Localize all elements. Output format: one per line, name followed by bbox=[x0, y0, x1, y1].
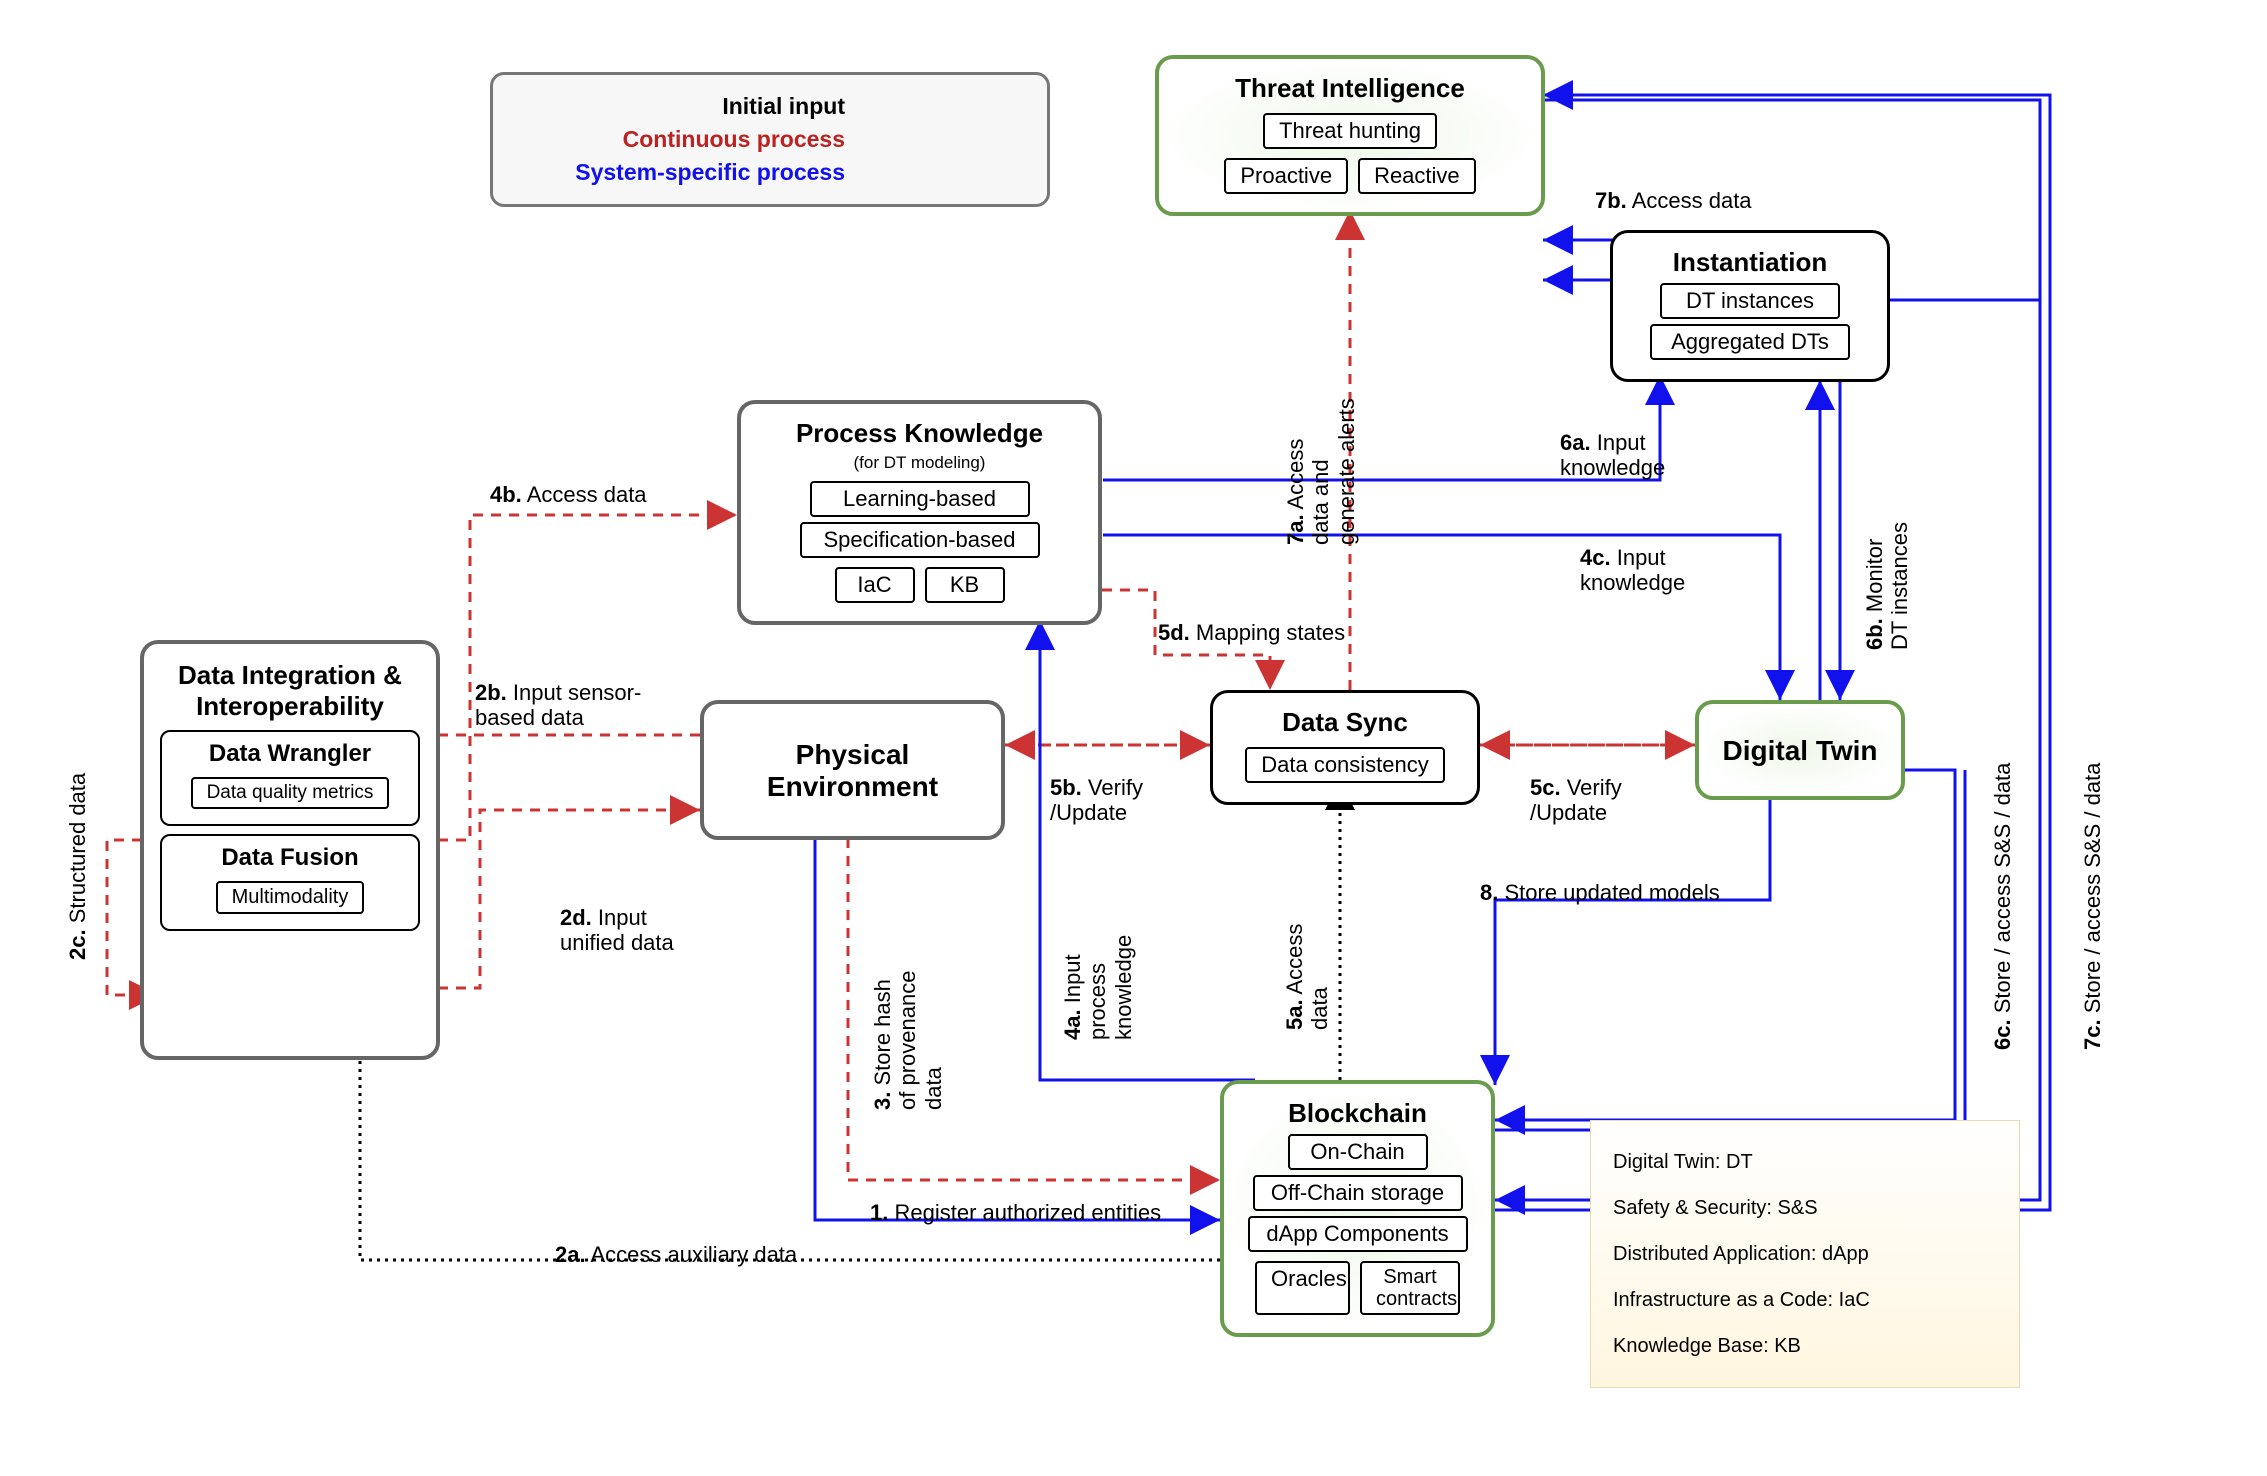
sub-dt-instances: DT instances bbox=[1660, 283, 1840, 319]
box-instantiation: Instantiation DT instances Aggregated DT… bbox=[1610, 230, 1890, 382]
sub-kb: KB bbox=[925, 567, 1005, 603]
box-digital-twin: Digital Twin bbox=[1695, 700, 1905, 800]
sub-iac: IaC bbox=[835, 567, 915, 603]
group-data-wrangler: Data Wrangler Data quality metrics bbox=[160, 730, 420, 826]
label-6a: 6a. Input knowledge bbox=[1560, 430, 1665, 481]
title-threat-intel: Threat Intelligence bbox=[1169, 73, 1531, 104]
label-7c: 7c. Store / access S&S / data bbox=[2080, 763, 2105, 1050]
sub-spec: Specification-based bbox=[800, 522, 1040, 558]
label-4b: 4b. Access data bbox=[490, 482, 647, 507]
sub-multimodality: Multimodality bbox=[216, 881, 365, 914]
title-data-integration: Data Integration & Interoperability bbox=[150, 660, 430, 722]
label-3: 3. Store hash of provenance data bbox=[870, 971, 946, 1110]
label-4a: 4a. Input process knowledge bbox=[1060, 935, 1136, 1040]
title-process-knowledge: Process Knowledge bbox=[751, 418, 1088, 449]
label-7a: 7a. Access data and generate alerts bbox=[1283, 398, 1359, 545]
label-2b: 2b. Input sensor- based data bbox=[475, 680, 641, 731]
title-data-sync: Data Sync bbox=[1223, 707, 1467, 738]
gloss-dapp: Distributed Application: dApp bbox=[1613, 1231, 1997, 1277]
title-physical-env: Physical Environment bbox=[767, 739, 938, 803]
sub-offchain: Off-Chain storage bbox=[1253, 1175, 1463, 1211]
sub-dapp: dApp Components bbox=[1248, 1216, 1468, 1252]
title-data-wrangler: Data Wrangler bbox=[170, 740, 410, 768]
label-1: 1. Register authorized entities bbox=[870, 1200, 1161, 1225]
gloss-kb: Knowledge Base: KB bbox=[1613, 1323, 1997, 1369]
title-data-fusion: Data Fusion bbox=[170, 844, 410, 872]
box-data-sync: Data Sync Data consistency bbox=[1210, 690, 1480, 805]
sub-agg-dts: Aggregated DTs bbox=[1650, 324, 1850, 360]
legend-continuous: Continuous process bbox=[585, 126, 845, 153]
label-7b: 7b. Access data bbox=[1595, 188, 1752, 213]
label-2c: 2c. Structured data bbox=[65, 773, 90, 960]
sub-smart-contracts: Smart contracts bbox=[1360, 1261, 1460, 1315]
label-5a: 5a. Access data bbox=[1282, 924, 1333, 1030]
box-threat-intel: Threat Intelligence Threat hunting Proac… bbox=[1155, 55, 1545, 216]
label-6c: 6c. Store / access S&S / data bbox=[1990, 763, 2015, 1050]
label-5b: 5b. Verify /Update bbox=[1050, 775, 1143, 826]
sub-onchain: On-Chain bbox=[1288, 1134, 1428, 1170]
gloss-iac: Infrastructure as a Code: IaC bbox=[1613, 1277, 1997, 1323]
label-2a: 2a. Access auxiliary data bbox=[555, 1242, 797, 1267]
label-4c: 4c. Input knowledge bbox=[1580, 545, 1685, 596]
sub-reactive: Reactive bbox=[1358, 158, 1476, 194]
sub-threat-hunting: Threat hunting bbox=[1263, 113, 1437, 149]
title-digital-twin: Digital Twin bbox=[1722, 735, 1877, 767]
label-6b: 6b. Monitor DT instances bbox=[1862, 522, 1913, 650]
group-data-fusion: Data Fusion Multimodality bbox=[160, 834, 420, 931]
box-blockchain: Blockchain On-Chain Off-Chain storage dA… bbox=[1220, 1080, 1495, 1337]
label-2d: 2d. Input unified data bbox=[560, 905, 674, 956]
sub-data-quality: Data quality metrics bbox=[191, 777, 390, 809]
label-5c: 5c. Verify /Update bbox=[1530, 775, 1622, 826]
subtitle-process-knowledge: (for DT modeling) bbox=[751, 453, 1088, 473]
box-data-integration: Data Integration & Interoperability Data… bbox=[140, 640, 440, 1060]
gloss-ss: Safety & Security: S&S bbox=[1613, 1185, 1997, 1231]
legend-initial: Initial input bbox=[585, 93, 845, 120]
glossary-box: Digital Twin: DT Safety & Security: S&S … bbox=[1590, 1120, 2020, 1388]
box-process-knowledge: Process Knowledge (for DT modeling) Lear… bbox=[737, 400, 1102, 625]
sub-oracles: Oracles bbox=[1255, 1261, 1350, 1315]
sub-data-consistency: Data consistency bbox=[1245, 747, 1445, 783]
label-8: 8. Store updated models bbox=[1480, 880, 1720, 905]
legend-box: Initial input Continuous process System-… bbox=[490, 72, 1050, 207]
label-5d: 5d. Mapping states bbox=[1158, 620, 1345, 645]
title-instantiation: Instantiation bbox=[1623, 247, 1877, 278]
sub-proactive: Proactive bbox=[1224, 158, 1348, 194]
box-physical-env: Physical Environment bbox=[700, 700, 1005, 840]
title-blockchain: Blockchain bbox=[1234, 1098, 1481, 1129]
sub-learning: Learning-based bbox=[810, 481, 1030, 517]
legend-system: System-specific process bbox=[575, 159, 845, 186]
gloss-dt: Digital Twin: DT bbox=[1613, 1139, 1997, 1185]
